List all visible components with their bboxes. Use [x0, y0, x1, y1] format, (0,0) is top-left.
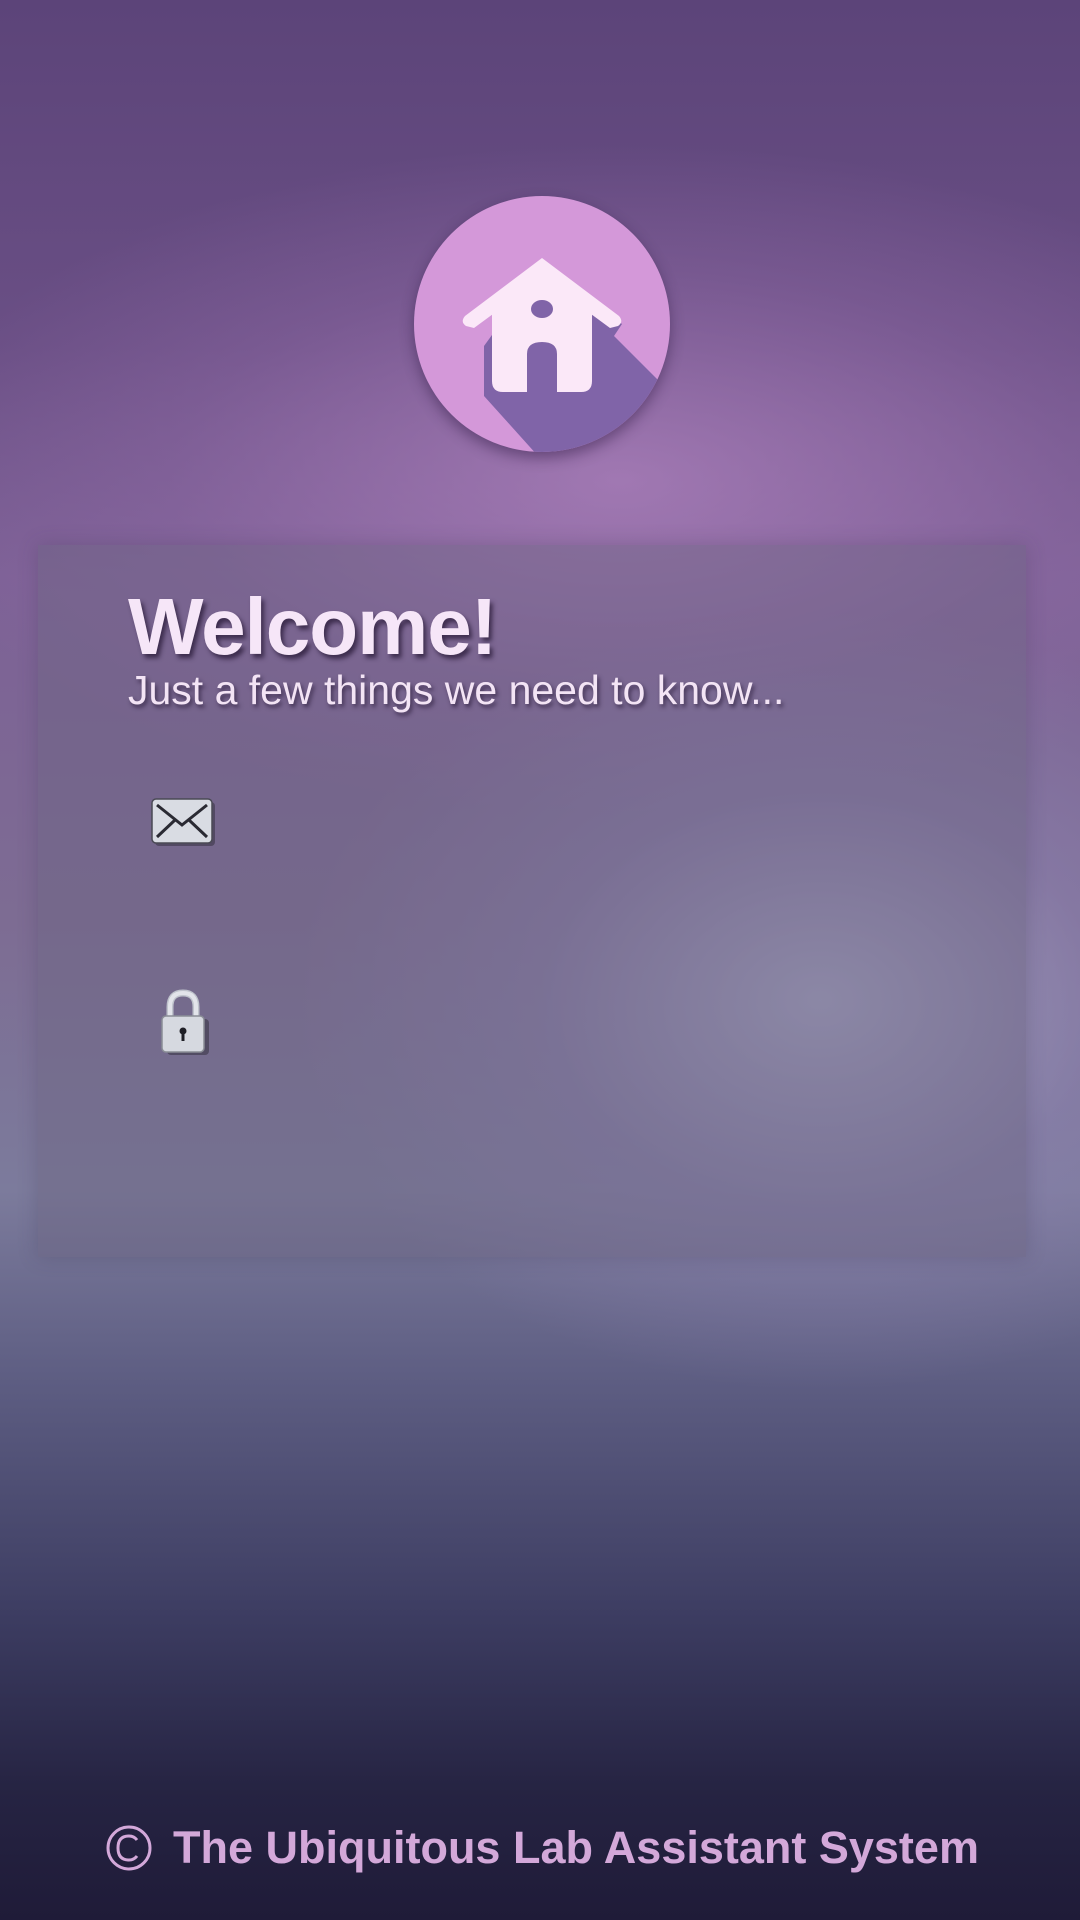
email-field[interactable]	[148, 787, 948, 877]
home-icon	[462, 258, 670, 452]
password-field[interactable]	[148, 985, 948, 1075]
email-input[interactable]	[248, 799, 932, 853]
app-logo	[414, 196, 670, 452]
footer-text: The Ubiquitous Lab Assistant System	[173, 1822, 979, 1873]
copyright-icon	[105, 1824, 153, 1872]
password-input[interactable]	[248, 997, 932, 1051]
welcome-subtitle: Just a few things we need to know...	[128, 667, 785, 713]
lock-icon	[148, 985, 218, 1055]
envelope-icon	[148, 787, 218, 857]
welcome-title: Welcome!	[128, 582, 497, 671]
footer: The Ubiquitous Lab Assistant System	[105, 1822, 979, 1874]
login-card: Welcome! Just a few things we need to kn…	[38, 545, 1026, 1257]
